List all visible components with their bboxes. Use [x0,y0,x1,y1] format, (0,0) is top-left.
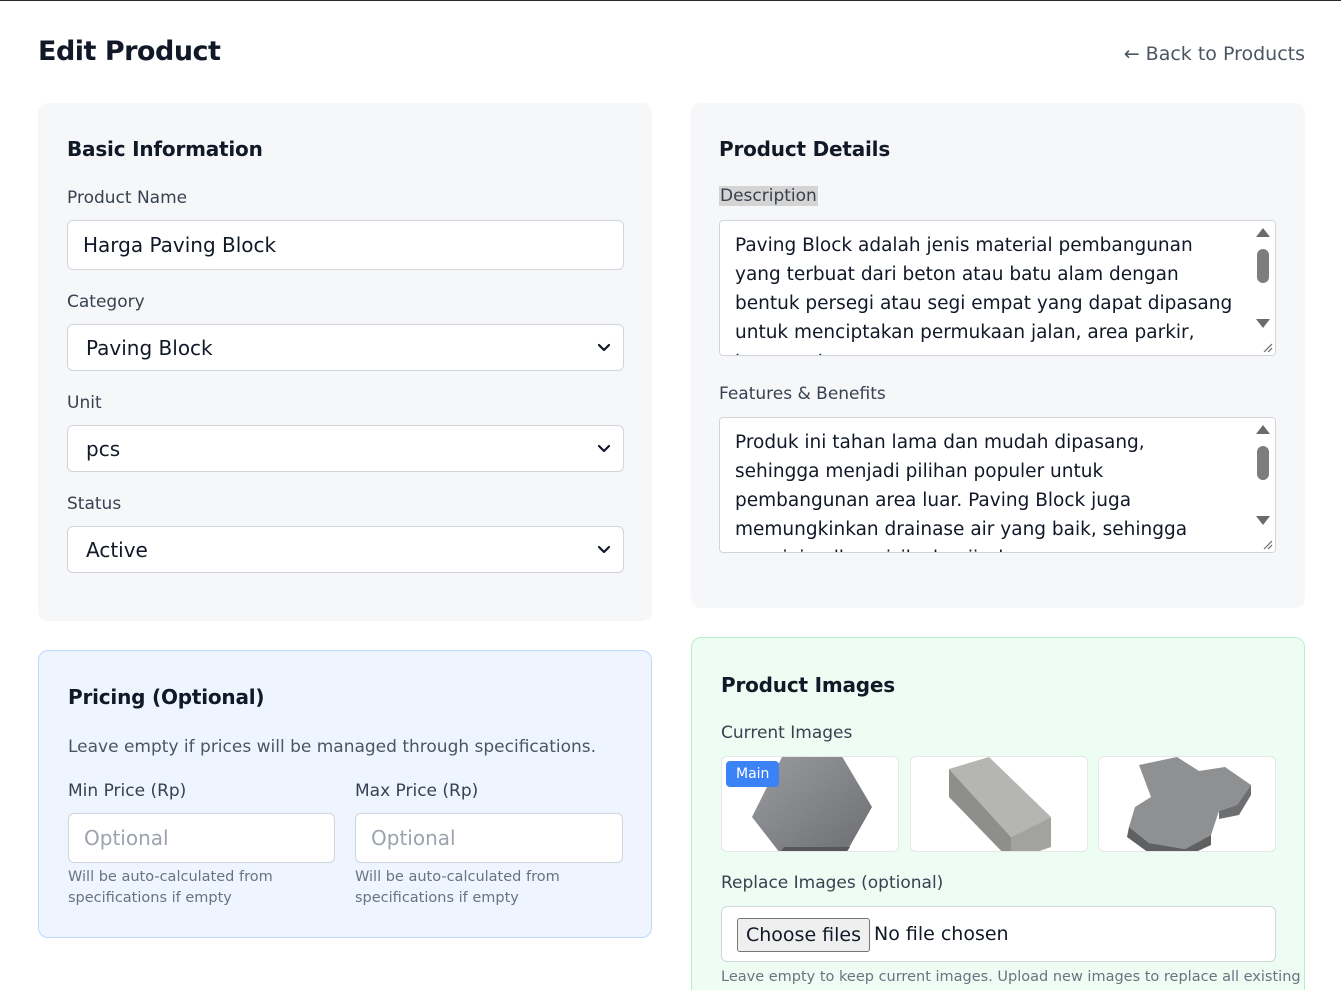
features-textarea[interactable]: Produk ini tahan lama dan mudah dipasang… [719,417,1276,553]
chevron-down-icon [597,444,611,452]
max-price-placeholder: Optional [371,826,456,850]
scroll-down-icon[interactable] [1256,319,1270,328]
pricing-title: Pricing (Optional) [68,685,265,709]
product-image-2[interactable] [910,756,1088,852]
page-title: Edit Product [38,36,221,67]
product-name-value: Harga Paving Block [83,233,277,257]
scroll-up-icon[interactable] [1256,228,1270,237]
max-price-input[interactable]: Optional [355,813,623,863]
choose-files-button[interactable]: Choose files [737,918,871,952]
min-price-input[interactable]: Optional [68,813,335,863]
max-price-hint-line: specifications if empty [355,890,519,906]
features-scrollbar[interactable] [1251,418,1275,552]
replace-images-hint: Leave empty to keep current images. Uplo… [721,969,1301,985]
scroll-down-icon[interactable] [1256,516,1270,525]
description-label-text: Description [719,186,818,206]
status-label: Status [67,494,122,514]
back-to-products-link[interactable]: ← Back to Products [1124,43,1305,65]
product-details-card: Product Details Description Paving Block… [691,103,1305,608]
rectangle-paving-image [949,757,1051,851]
resize-handle-icon[interactable] [1261,538,1273,550]
product-images-title: Product Images [721,673,895,697]
product-image-3[interactable] [1098,756,1276,852]
unit-select[interactable]: pcs [67,425,624,472]
category-select[interactable]: Paving Block [67,324,624,371]
chevron-down-icon [597,545,611,553]
scroll-up-icon[interactable] [1256,425,1270,434]
tri-hex-paving-image [1127,757,1251,851]
min-price-placeholder: Optional [84,826,169,850]
replace-images-label: Replace Images (optional) [721,873,944,893]
description-scrollbar[interactable] [1251,221,1275,355]
product-name-input[interactable]: Harga Paving Block [67,220,624,270]
min-price-hint-line: specifications if empty [68,890,232,906]
basic-information-title: Basic Information [67,137,263,161]
description-text: Paving Block adalah jenis material pemba… [735,235,1233,355]
unit-value: pcs [86,436,121,461]
description-label: Description [719,186,818,206]
pricing-note: Leave empty if prices will be managed th… [68,737,597,757]
pricing-card: Pricing (Optional) Leave empty if prices… [38,650,652,938]
unit-label: Unit [67,393,102,413]
product-name-label: Product Name [67,188,188,208]
status-value: Active [86,537,148,562]
main-image-badge: Main [726,761,780,787]
min-price-label: Min Price (Rp) [68,781,187,801]
features-text: Produk ini tahan lama dan mudah dipasang… [735,432,1188,552]
product-image-1[interactable]: Main [721,756,899,852]
basic-information-card: Basic Information Product Name Harga Pav… [38,103,652,621]
file-upload-input[interactable]: Choose files No file chosen [721,906,1276,962]
file-status-text: No file chosen [874,923,1009,945]
category-label: Category [67,292,145,312]
status-select[interactable]: Active [67,526,624,573]
features-label: Features & Benefits [719,384,886,404]
max-price-label: Max Price (Rp) [355,781,479,801]
resize-handle-icon[interactable] [1261,341,1273,353]
description-textarea[interactable]: Paving Block adalah jenis material pemba… [719,220,1276,356]
scroll-thumb[interactable] [1257,446,1269,480]
top-border [0,0,1341,1]
product-images-card: Product Images Current Images Main Repla… [691,637,1305,990]
chevron-down-icon [597,343,611,351]
min-price-hint-line: Will be auto-calculated from [68,869,273,885]
min-price-hint: Will be auto-calculated from specificati… [68,867,273,909]
scroll-thumb[interactable] [1257,249,1269,283]
max-price-hint-line: Will be auto-calculated from [355,869,560,885]
current-images-label: Current Images [721,723,853,743]
product-details-title: Product Details [719,137,891,161]
category-value: Paving Block [86,335,213,360]
max-price-hint: Will be auto-calculated from specificati… [355,867,560,909]
